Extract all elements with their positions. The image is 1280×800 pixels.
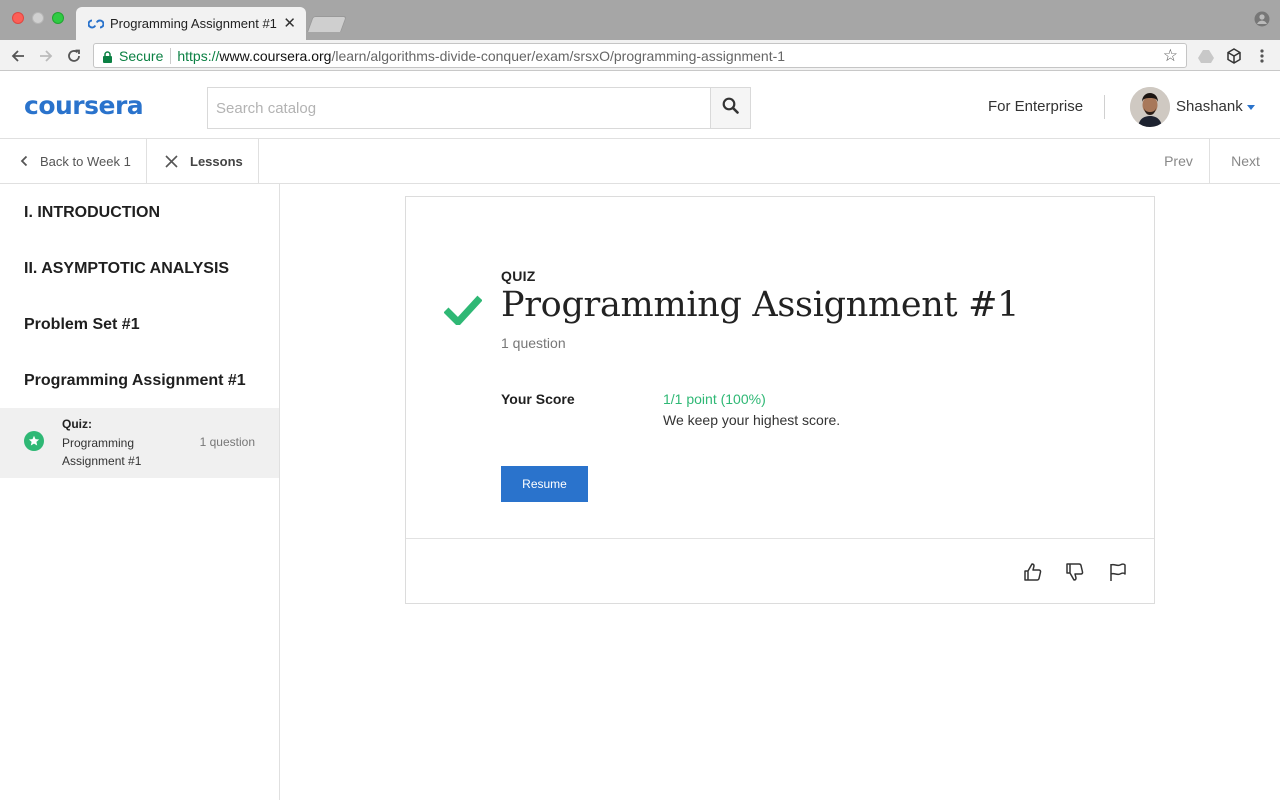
item-kind-label: QUIZ xyxy=(501,268,536,284)
sidebar-section-asymptotic-analysis[interactable]: II. ASYMPTOTIC ANALYSIS xyxy=(24,260,229,278)
resume-button[interactable]: Resume xyxy=(501,466,588,502)
checkmark-icon xyxy=(443,293,483,328)
sidebar-item-kind: Quiz: xyxy=(62,417,92,431)
new-tab-button[interactable] xyxy=(307,16,347,32)
for-enterprise-link[interactable]: For Enterprise xyxy=(988,98,1083,115)
prev-button[interactable]: Prev xyxy=(1148,139,1210,183)
window-zoom-button[interactable] xyxy=(52,12,64,24)
tab-title: Programming Assignment #1 xyxy=(110,16,277,31)
lesson-nav-bar: Back to Week 1 Lessons Prev Next xyxy=(0,139,1280,184)
browser-titlebar: Programming Assignment #1 ✕ xyxy=(0,0,1280,40)
browser-profile-icon[interactable] xyxy=(1254,11,1270,27)
close-icon xyxy=(165,154,178,168)
window-close-button[interactable] xyxy=(12,12,24,24)
url-path: /learn/algorithms-divide-conquer/exam/sr… xyxy=(331,47,786,64)
score-label: Your Score xyxy=(501,391,575,407)
back-to-week-label: Back to Week 1 xyxy=(40,153,131,169)
secure-label: Secure xyxy=(119,47,164,64)
sidebar-section-introduction[interactable]: I. INTRODUCTION xyxy=(24,204,160,222)
search-bar xyxy=(207,87,751,129)
omnibox-divider xyxy=(170,47,172,64)
sidebar-item-quiz[interactable]: Quiz: Programming Assignment #1 1 questi… xyxy=(0,408,279,478)
score-value: 1/1 point (100%) xyxy=(663,391,766,407)
sidebar-item-meta: 1 question xyxy=(199,435,255,449)
search-button[interactable] xyxy=(710,88,750,128)
avatar[interactable] xyxy=(1130,87,1170,127)
browser-menu-icon[interactable] xyxy=(1253,47,1271,65)
next-button[interactable]: Next xyxy=(1211,139,1280,183)
completed-star-icon xyxy=(24,431,44,451)
address-bar[interactable]: Secure https://www.coursera.org/learn/al… xyxy=(93,43,1187,68)
forward-arrow-icon[interactable] xyxy=(36,46,56,66)
thumbs-up-icon[interactable] xyxy=(1021,560,1045,584)
user-menu-caret-icon[interactable] xyxy=(1247,105,1255,110)
back-arrow-icon[interactable] xyxy=(8,46,28,66)
card-divider xyxy=(406,538,1154,539)
tab-close-icon[interactable]: ✕ xyxy=(283,16,296,31)
search-input[interactable] xyxy=(208,88,710,128)
question-count: 1 question xyxy=(501,335,566,351)
flag-icon[interactable] xyxy=(1106,560,1130,584)
drive-extension-icon[interactable] xyxy=(1197,47,1215,65)
search-icon xyxy=(722,97,739,119)
window-minimize-button[interactable] xyxy=(32,12,44,24)
coursera-logo[interactable]: coursera xyxy=(24,91,144,120)
sidebar-item-title: Programming Assignment #1 xyxy=(62,436,142,468)
score-note: We keep your highest score. xyxy=(663,412,841,428)
coursera-favicon-icon xyxy=(88,16,104,32)
lessons-toggle-button[interactable]: Lessons xyxy=(147,139,259,183)
header-divider xyxy=(1104,95,1105,119)
user-name[interactable]: Shashank xyxy=(1176,98,1243,115)
lesson-sidebar: I. INTRODUCTION II. ASYMPTOTIC ANALYSIS … xyxy=(0,184,280,800)
bookmark-star-icon[interactable]: ☆ xyxy=(1163,46,1178,66)
site-header: coursera For Enterprise Shashank xyxy=(0,71,1280,139)
browser-tab[interactable]: Programming Assignment #1 ✕ xyxy=(76,7,306,40)
sidebar-section-programming-assignment[interactable]: Programming Assignment #1 xyxy=(24,372,246,390)
quiz-card: QUIZ Programming Assignment #1 1 questio… xyxy=(405,196,1155,604)
browser-toolbar: Secure https://www.coursera.org/learn/al… xyxy=(0,40,1280,71)
lock-icon xyxy=(102,50,113,63)
cube-extension-icon[interactable] xyxy=(1225,47,1243,65)
chevron-left-icon xyxy=(20,155,28,167)
sidebar-section-problem-set[interactable]: Problem Set #1 xyxy=(24,316,140,334)
url-scheme: https:// xyxy=(177,47,220,64)
reload-icon[interactable] xyxy=(64,46,84,66)
url-domain: www.coursera.org xyxy=(219,47,332,64)
page-title: Programming Assignment #1 xyxy=(501,285,1020,325)
lessons-label: Lessons xyxy=(190,153,243,169)
back-to-week-button[interactable]: Back to Week 1 xyxy=(0,139,147,183)
thumbs-down-icon[interactable] xyxy=(1063,560,1087,584)
